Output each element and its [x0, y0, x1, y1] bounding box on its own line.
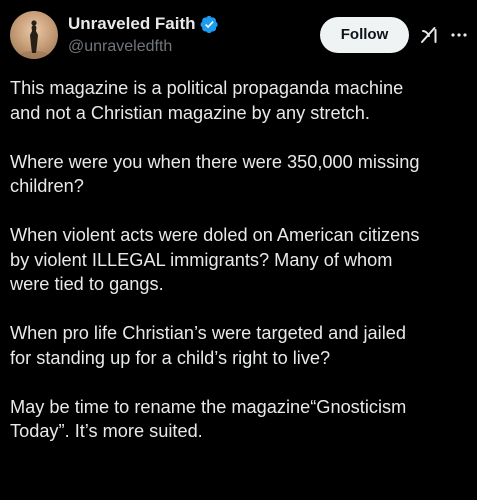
more-icon[interactable] — [449, 25, 469, 45]
post-line: Today”. It’s more suited. — [10, 421, 203, 441]
post-line: Where were you when there were 350,000 m… — [10, 151, 420, 172]
post-line: When pro life Christian’s were targeted … — [10, 323, 406, 343]
post-paragraph: When pro life Christian’s were targeted … — [10, 321, 472, 370]
post-line: for standing up for a child’s right to l… — [10, 347, 331, 368]
post-line: When violent acts were doled on American… — [10, 225, 420, 245]
follow-button[interactable]: Follow — [320, 17, 409, 53]
post-paragraph: May be time to rename the magazine“Gnost… — [10, 395, 472, 444]
post-line: This magazine is a political propaganda … — [10, 78, 404, 98]
post-paragraph: This magazine is a political propaganda … — [10, 76, 472, 125]
author-name-row: Unraveled Faith — [68, 14, 219, 34]
post-line: May be time to rename the magazine“Gnost… — [10, 396, 407, 417]
author-display-name[interactable]: Unraveled Faith — [68, 14, 196, 34]
verified-badge-icon — [200, 15, 218, 33]
author-handle[interactable]: @unraveledfth — [68, 37, 172, 57]
post-line: were tied to gangs. — [10, 274, 164, 294]
grok-icon[interactable] — [419, 25, 439, 45]
post-line: and not a Christian magazine by any stre… — [10, 102, 370, 123]
post-line: by violent ILLEGAL immigrants? Many of w… — [10, 249, 393, 270]
post-paragraph: Where were you when there were 350,000 m… — [10, 150, 472, 199]
post-text: This magazine is a political propaganda … — [10, 76, 472, 468]
post-paragraph: When violent acts were doled on American… — [10, 223, 472, 297]
post-line: children? — [10, 176, 84, 196]
avatar[interactable] — [10, 11, 58, 59]
avatar-image — [20, 20, 48, 59]
